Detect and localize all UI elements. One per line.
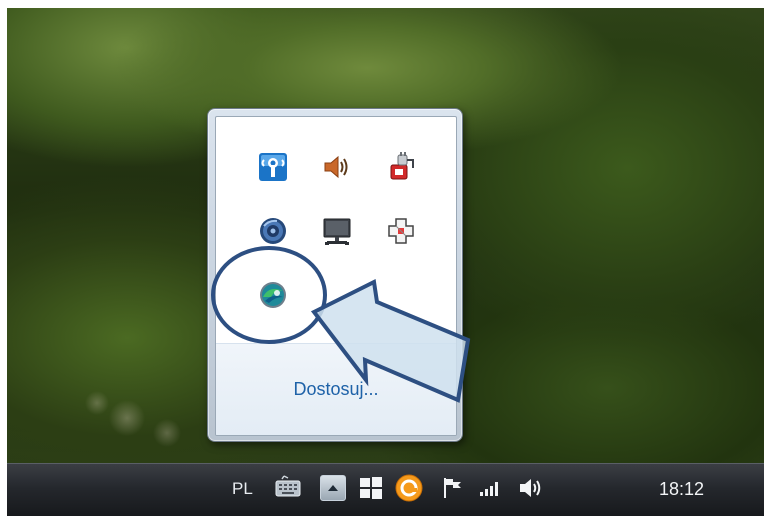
show-hidden-icons-button[interactable] bbox=[320, 475, 346, 501]
clock[interactable]: 18:12 bbox=[659, 479, 704, 500]
network-signal-icon[interactable] bbox=[477, 477, 503, 499]
volume-icon[interactable] bbox=[517, 475, 545, 501]
chevron-up-icon bbox=[328, 485, 338, 491]
monitor-network-icon[interactable] bbox=[321, 215, 353, 247]
power-plug-icon[interactable] bbox=[385, 151, 417, 183]
action-center-windows-icon[interactable] bbox=[357, 474, 385, 502]
speaker-volume-icon[interactable] bbox=[321, 151, 353, 183]
puzzle-piece-icon[interactable] bbox=[385, 215, 417, 247]
flag-icon[interactable] bbox=[439, 475, 465, 501]
orange-circle-app-icon[interactable] bbox=[394, 473, 424, 503]
wifi-signal-icon[interactable] bbox=[257, 151, 289, 183]
customize-link[interactable]: Dostosuj... bbox=[216, 379, 456, 400]
swirl-app-icon[interactable] bbox=[257, 279, 289, 311]
taskbar: PL 18:12 bbox=[7, 463, 764, 516]
language-indicator[interactable]: PL bbox=[232, 479, 253, 499]
screen: Dostosuj... PL 18:12 bbox=[0, 0, 767, 517]
keyboard-icon[interactable] bbox=[274, 475, 302, 499]
tray-overflow-popup: Dostosuj... bbox=[207, 108, 463, 442]
tray-overflow-panel: Dostosuj... bbox=[215, 116, 457, 436]
blue-disc-icon[interactable] bbox=[257, 215, 289, 247]
